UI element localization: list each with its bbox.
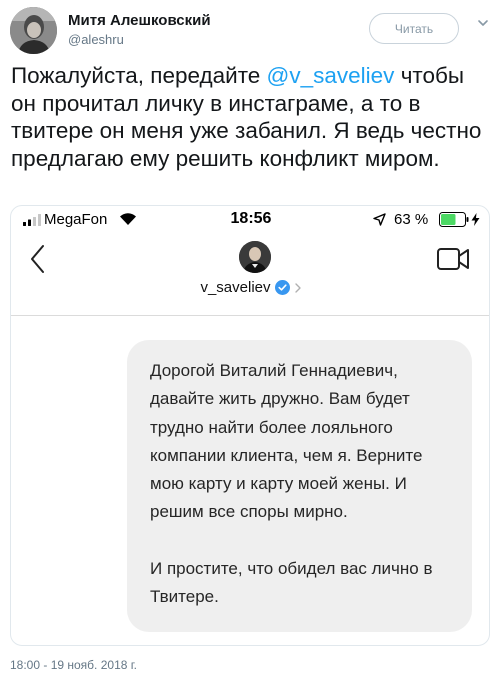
phone-status-bar: MegaFon 18:56 63 % [11,206,489,234]
message-paragraph-1: Дорогой Виталий Геннадиевич, давайте жит… [150,361,423,522]
message-bubble[interactable]: Дорогой Виталий Геннадиевич, давайте жит… [127,340,472,632]
video-camera-icon[interactable] [437,247,469,271]
verified-badge-icon [274,280,290,295]
mention-link[interactable]: @v_saveliev [267,63,395,88]
battery-percent: 63 % [394,211,429,228]
header-divider [11,315,489,316]
ig-user-avatar[interactable] [239,241,271,273]
follow-button[interactable]: Читать [369,13,459,44]
chevron-right-icon [294,282,301,293]
attached-screenshot[interactable]: MegaFon 18:56 63 % v_saveliev Дорогой Ви… [10,205,490,646]
author-avatar[interactable] [10,7,57,54]
battery-icon [439,212,469,227]
tweet-page: Митя Алешковский @aleshru Читать Пожалуй… [0,0,500,683]
location-arrow-icon [373,213,386,226]
tweet-timestamp[interactable]: 18:00 - 19 нояб. 2018 г. [10,658,137,672]
tweet-text-start: Пожалуйста, передайте [11,63,267,88]
ig-username-row[interactable]: v_saveliev [11,279,489,296]
charging-bolt-icon [471,213,480,226]
ig-username[interactable]: v_saveliev [200,279,270,296]
author-name[interactable]: Митя Алешковский [68,12,211,29]
message-paragraph-2: И простите, что обидел вас лично в Твите… [150,559,433,607]
tweet-text: Пожалуйста, передайте @v_saveliev чтобы … [11,62,491,172]
caret-down-icon[interactable] [477,17,489,29]
back-chevron-icon[interactable] [29,243,45,275]
author-handle[interactable]: @aleshru [68,32,124,47]
